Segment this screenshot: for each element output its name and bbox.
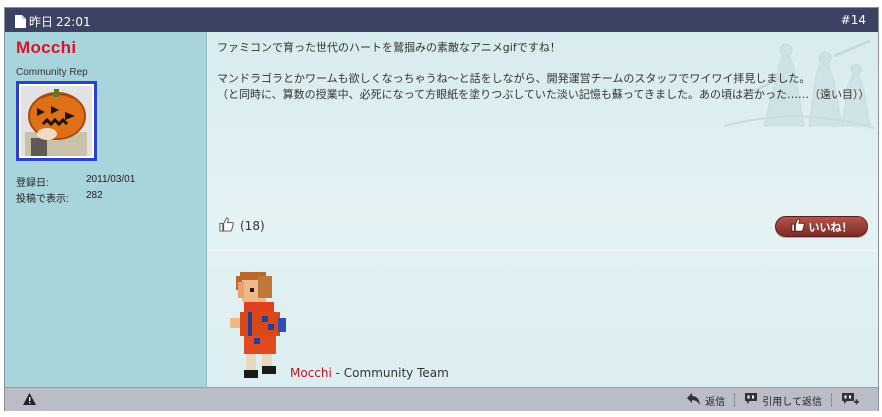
stat-join-date: 登録日: 2011/03/01 [16, 174, 135, 190]
quote-reply-button[interactable]: 引用して返信 [735, 391, 831, 409]
user-title: Community Rep [16, 67, 88, 78]
stat-value: 2011/03/01 [86, 174, 136, 185]
post-number-link[interactable]: #14 [841, 13, 866, 27]
signature-name: Mocchi [290, 366, 332, 380]
reply-label: 返信 [705, 396, 726, 408]
avatar[interactable] [16, 81, 97, 161]
signature-text: Mocchi - Community Team [290, 366, 449, 380]
post-date: 昨日 22:01 [15, 13, 91, 30]
signature-divider [208, 250, 878, 251]
like-button-label: いいね！ [808, 220, 853, 234]
message-line: マンドラゴラとかワームも欲しくなっちゃうね～と話をしながら、開発運営チームのスタ… [217, 72, 811, 85]
multi-quote-button[interactable] [832, 391, 868, 409]
post-date-label: 昨日 [29, 15, 54, 29]
forum-post: 昨日 22:01 #14 Mocchi Community Rep 登録日: 2… [4, 7, 879, 411]
post-header: 昨日 22:01 #14 [5, 8, 878, 32]
thumbs-up-icon [790, 218, 805, 235]
like-count[interactable]: (18) [219, 217, 265, 235]
message-line: （と同時に、算数の授業中、必死になって方眼紙を塗りつぶしていた淡い記憶も蘇ってき… [217, 87, 870, 101]
post-time: 22:01 [56, 14, 91, 29]
post-content: ファミコンで育った世代のハートを鷲掴みの素敵なアニメgifですね！ マンドラゴラ… [208, 32, 878, 387]
stat-label: 投稿で表示: [16, 194, 69, 205]
warning-icon[interactable] [23, 393, 36, 408]
like-count-text: (18) [240, 219, 265, 233]
stat-post-count: 投稿で表示: 282 [16, 190, 135, 206]
post-message: ファミコンで育った世代のハートを鷲掴みの素敵なアニメgifですね！ マンドラゴラ… [217, 40, 870, 102]
signature-pixel-art [230, 272, 286, 378]
thumbs-up-icon [219, 217, 234, 235]
stat-label: 登録日: [16, 178, 49, 189]
post-footer: 返信 引用して返信 [5, 387, 878, 411]
multiquote-icon [841, 392, 859, 409]
stat-value: 282 [86, 190, 103, 201]
user-stats: 登録日: 2011/03/01 投稿で表示: 282 [16, 174, 135, 206]
like-button[interactable]: いいね！ [775, 216, 868, 237]
footer-actions: 返信 引用して返信 [678, 391, 868, 409]
quote-label: 引用して返信 [762, 396, 822, 408]
username[interactable]: Mocchi [16, 38, 76, 58]
user-sidebar: Mocchi Community Rep 登録日: 2011/03/01 投稿で… [5, 32, 207, 387]
message-line: ファミコンで育った世代のハートを鷲掴みの素敵なアニメgifですね！ [217, 41, 561, 54]
signature-suffix: - Community Team [331, 366, 449, 380]
reply-icon [687, 392, 701, 408]
reply-button[interactable]: 返信 [678, 391, 734, 409]
document-icon [15, 15, 26, 28]
avatar-image [19, 84, 94, 158]
quote-icon [744, 392, 758, 408]
